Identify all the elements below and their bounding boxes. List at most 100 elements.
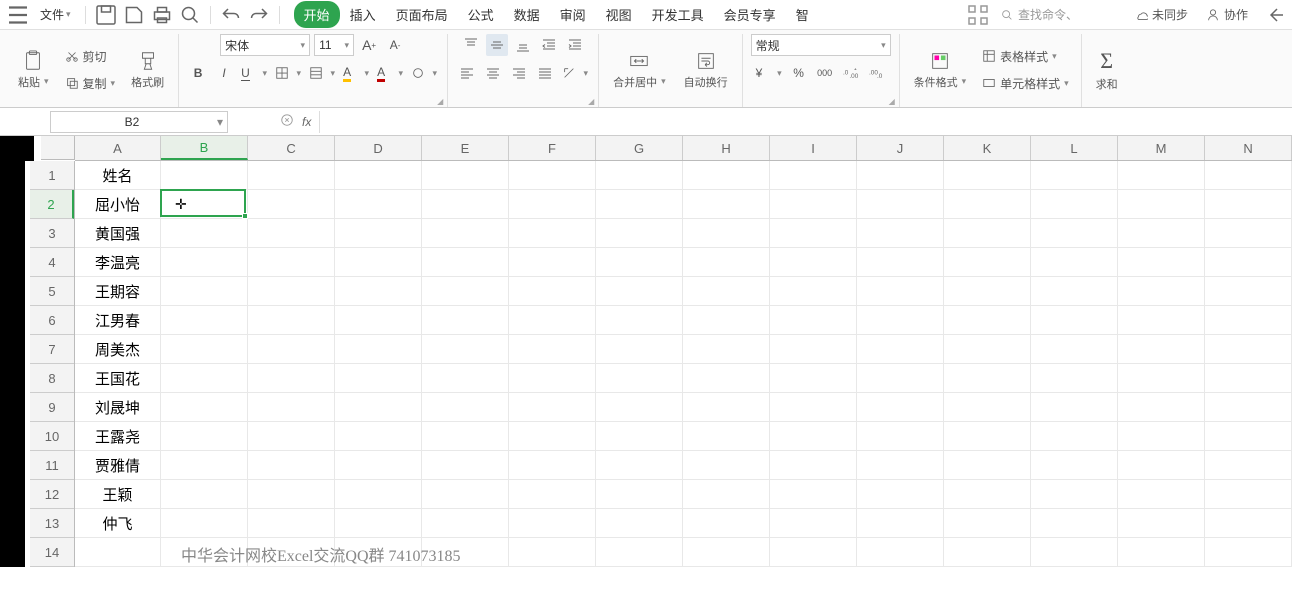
cell[interactable] <box>596 422 683 451</box>
cell[interactable] <box>1205 422 1292 451</box>
cell[interactable] <box>596 480 683 509</box>
cell[interactable] <box>944 335 1031 364</box>
cell[interactable] <box>857 306 944 335</box>
row-header[interactable]: 11 <box>30 451 74 480</box>
cell[interactable] <box>770 248 857 277</box>
save-icon[interactable] <box>94 3 118 27</box>
tab-start[interactable]: 开始 <box>294 1 340 28</box>
cell[interactable] <box>770 393 857 422</box>
align-right-button[interactable] <box>508 62 530 84</box>
cell[interactable] <box>422 509 509 538</box>
cell[interactable] <box>509 161 596 190</box>
cell[interactable] <box>509 306 596 335</box>
cell[interactable] <box>335 480 422 509</box>
cell[interactable] <box>335 422 422 451</box>
cell[interactable] <box>1205 364 1292 393</box>
font-size-select[interactable]: 11▾ <box>314 34 354 56</box>
cell[interactable] <box>1031 161 1118 190</box>
column-header[interactable]: F <box>509 136 596 160</box>
cell[interactable] <box>770 161 857 190</box>
cell[interactable] <box>1205 248 1292 277</box>
name-box[interactable]: B2 ▾ <box>50 111 228 133</box>
decrease-decimal-button[interactable]: .00.0 <box>866 62 888 84</box>
cell[interactable] <box>335 161 422 190</box>
cell[interactable] <box>770 422 857 451</box>
cell[interactable] <box>422 161 509 190</box>
cell[interactable] <box>683 161 770 190</box>
cell[interactable] <box>683 364 770 393</box>
cell[interactable] <box>1118 219 1205 248</box>
cell[interactable] <box>1205 335 1292 364</box>
cell[interactable] <box>422 480 509 509</box>
column-header[interactable]: H <box>683 136 770 160</box>
align-middle-button[interactable] <box>486 34 508 56</box>
redo-icon[interactable] <box>247 3 271 27</box>
cell[interactable] <box>161 277 248 306</box>
cell[interactable] <box>944 248 1031 277</box>
cell[interactable] <box>1205 451 1292 480</box>
cell[interactable] <box>596 393 683 422</box>
file-menu[interactable]: 文件▾ <box>34 6 77 23</box>
cell[interactable] <box>683 480 770 509</box>
number-format-select[interactable]: 常规▾ <box>751 34 891 56</box>
cell[interactable] <box>75 538 161 567</box>
cell[interactable] <box>161 161 248 190</box>
cell[interactable] <box>1118 306 1205 335</box>
cell[interactable] <box>509 393 596 422</box>
cell[interactable] <box>1118 248 1205 277</box>
tab-developer[interactable]: 开发工具 <box>642 1 714 28</box>
fill-color-button[interactable]: A▾ <box>341 62 371 84</box>
cell[interactable] <box>1205 219 1292 248</box>
cell[interactable] <box>248 248 335 277</box>
cell[interactable] <box>683 509 770 538</box>
cell[interactable] <box>1118 480 1205 509</box>
row-header[interactable]: 5 <box>30 277 74 306</box>
cell[interactable] <box>770 277 857 306</box>
align-top-button[interactable] <box>460 34 482 56</box>
cell[interactable]: 李温亮 <box>75 248 161 277</box>
cell[interactable] <box>770 451 857 480</box>
cell[interactable] <box>596 509 683 538</box>
cell[interactable] <box>683 248 770 277</box>
cell[interactable] <box>335 248 422 277</box>
font-name-select[interactable]: 宋体▾ <box>220 34 310 56</box>
cell[interactable] <box>1031 422 1118 451</box>
cell[interactable] <box>944 422 1031 451</box>
cell[interactable] <box>248 335 335 364</box>
cell[interactable] <box>944 480 1031 509</box>
cell[interactable] <box>683 422 770 451</box>
tab-formula[interactable]: 公式 <box>458 1 504 28</box>
cell[interactable] <box>944 538 1031 567</box>
cell[interactable] <box>944 509 1031 538</box>
cell[interactable] <box>509 364 596 393</box>
cell[interactable] <box>683 451 770 480</box>
cell[interactable] <box>335 335 422 364</box>
cell[interactable]: 黄国强 <box>75 219 161 248</box>
font-color-button[interactable]: A▾ <box>375 62 405 84</box>
cell[interactable] <box>1118 451 1205 480</box>
cell[interactable] <box>770 190 857 219</box>
cell[interactable] <box>248 277 335 306</box>
cell[interactable] <box>161 190 248 219</box>
cell[interactable] <box>857 248 944 277</box>
cell[interactable] <box>422 451 509 480</box>
cell[interactable] <box>857 364 944 393</box>
collab-button[interactable]: 协作 <box>1202 4 1252 25</box>
cell[interactable] <box>1031 509 1118 538</box>
cell[interactable] <box>1118 335 1205 364</box>
cell[interactable] <box>857 335 944 364</box>
cell[interactable] <box>161 219 248 248</box>
cell[interactable] <box>944 306 1031 335</box>
cell[interactable] <box>1031 480 1118 509</box>
cell[interactable]: 贾雅倩 <box>75 451 161 480</box>
column-header[interactable]: N <box>1205 136 1292 160</box>
comma-button[interactable]: 000 <box>814 62 836 84</box>
tab-data[interactable]: 数据 <box>504 1 550 28</box>
cell[interactable] <box>509 538 596 567</box>
fill-pattern-button[interactable]: ▾ <box>307 62 337 84</box>
cell[interactable] <box>422 277 509 306</box>
cell[interactable] <box>248 190 335 219</box>
alignment-group-launcher-icon[interactable]: ◢ <box>588 97 598 107</box>
cell[interactable] <box>770 480 857 509</box>
italic-button[interactable]: I <box>213 62 235 84</box>
